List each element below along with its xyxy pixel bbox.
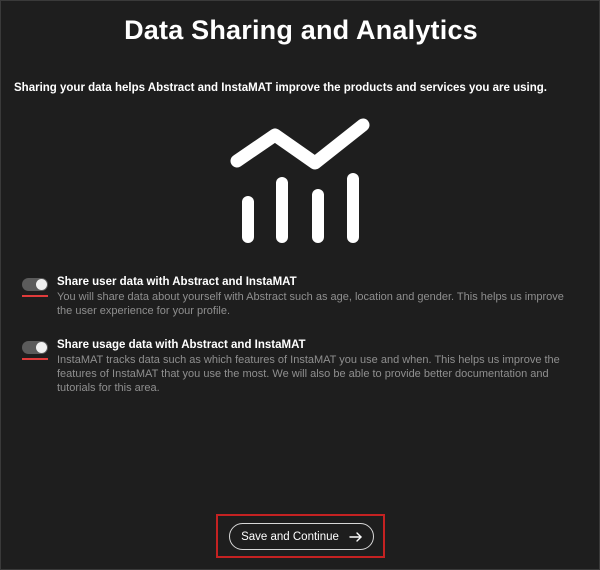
toggle-focus-underline xyxy=(22,295,48,297)
share-usage-data-description: InstaMAT tracks data such as which featu… xyxy=(57,354,560,394)
toggle-knob xyxy=(36,342,47,353)
analytics-chart-icon xyxy=(230,118,370,243)
share-user-data-title: Share user data with Abstract and InstaM… xyxy=(57,276,297,288)
arrow-right-icon xyxy=(349,531,362,542)
save-and-continue-label: Save and Continue xyxy=(241,530,339,543)
page-subtitle: Sharing your data helps Abstract and Ins… xyxy=(14,82,547,94)
toggle-focus-underline xyxy=(22,358,48,360)
toggle-knob xyxy=(36,279,47,290)
share-user-data-toggle[interactable] xyxy=(22,278,48,297)
share-usage-data-title: Share usage data with Abstract and Insta… xyxy=(57,339,306,351)
page-title: Data Sharing and Analytics xyxy=(124,15,478,45)
save-and-continue-button[interactable]: Save and Continue xyxy=(229,523,374,550)
share-usage-data-toggle[interactable] xyxy=(22,341,48,360)
share-user-data-description: You will share data about yourself with … xyxy=(57,291,564,317)
